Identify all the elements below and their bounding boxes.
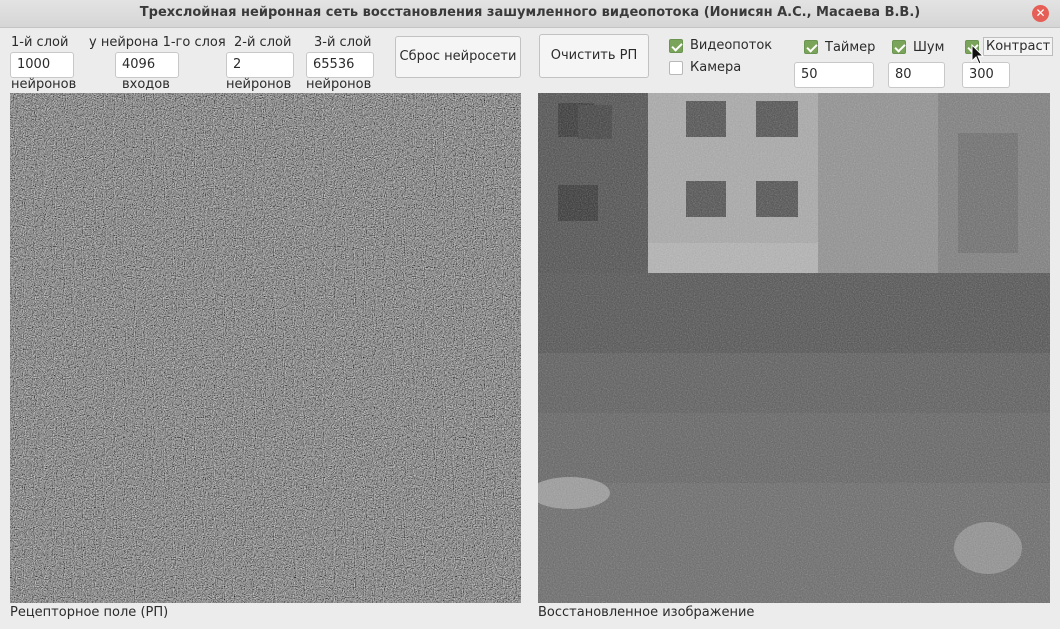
timer-label: Таймер (825, 40, 876, 55)
clear-receptor-button[interactable]: Очистить РП (539, 34, 649, 78)
receptor-field-image (10, 93, 521, 603)
video-checkbox[interactable] (669, 39, 683, 53)
restored-image (538, 93, 1050, 603)
window-title: Трехслойная нейронная сеть восстановлени… (139, 5, 921, 20)
layer2-input[interactable]: 2 (226, 52, 294, 78)
layer2-sublabel: нейронов (226, 77, 292, 92)
inputs-per-neuron-sublabel: входов (122, 77, 170, 92)
layer3-sublabel: нейронов (306, 77, 372, 92)
camera-checkbox[interactable] (669, 61, 683, 75)
layer1-label: 1-й слой (11, 35, 69, 50)
layer3-input[interactable]: 65536 (306, 52, 374, 78)
layer1-input[interactable]: 1000 (10, 52, 74, 78)
camera-label: Камера (690, 60, 742, 75)
reset-network-button[interactable]: Сброс нейросети (395, 36, 521, 78)
timer-checkbox[interactable] (804, 40, 818, 54)
video-label: Видеопоток (690, 38, 773, 53)
noise-label: Шум (913, 40, 945, 55)
noise-checkbox[interactable] (892, 40, 906, 54)
inputs-per-neuron-label: у нейрона 1-го слоя (89, 35, 226, 50)
layer3-label: 3-й слой (314, 35, 372, 50)
timer-input[interactable]: 50 (794, 62, 874, 88)
inputs-per-neuron-input[interactable]: 4096 (115, 52, 179, 78)
restored-image-caption: Восстановленное изображение (538, 605, 755, 620)
noise-input[interactable]: 80 (888, 62, 945, 88)
receptor-field-caption: Рецепторное поле (РП) (10, 605, 169, 620)
contrast-input[interactable]: 300 (962, 62, 1010, 88)
close-icon[interactable]: ✕ (1032, 5, 1049, 22)
mouse-cursor-icon (971, 44, 985, 65)
layer2-label: 2-й слой (234, 35, 292, 50)
layer1-sublabel: нейронов (11, 77, 77, 92)
title-bar: Трехслойная нейронная сеть восстановлени… (0, 0, 1060, 28)
contrast-label: Контраст (983, 37, 1054, 56)
